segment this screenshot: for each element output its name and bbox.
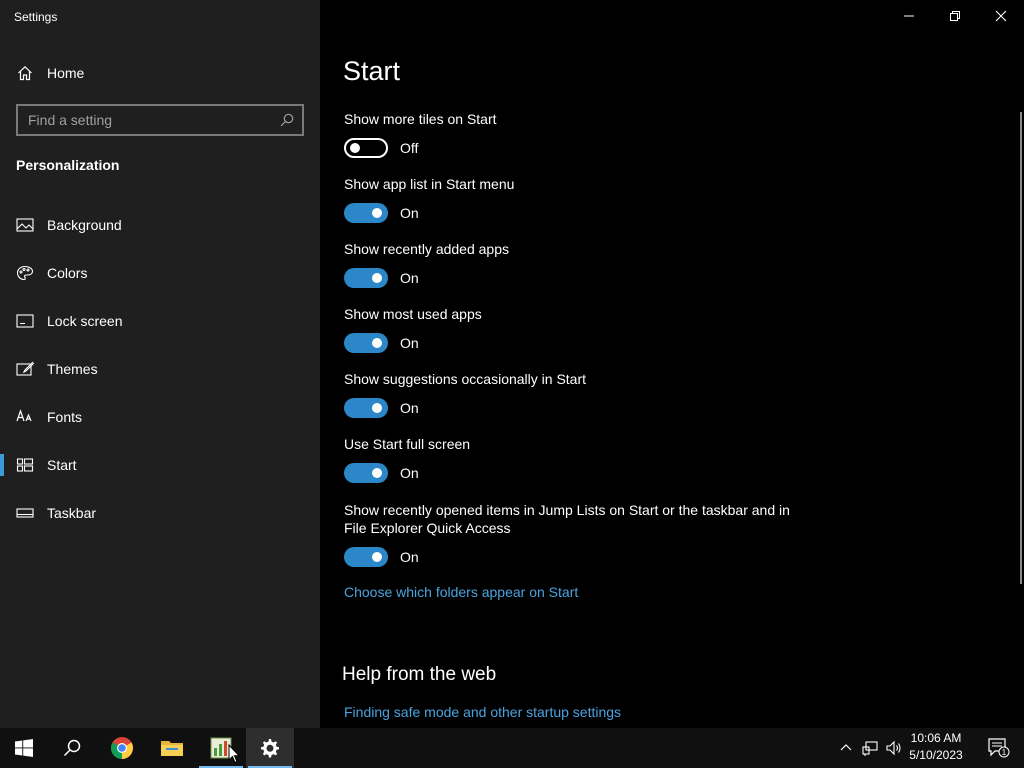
lock-screen-icon bbox=[16, 314, 34, 328]
toggle-knob bbox=[372, 552, 382, 562]
sidebar-item-themes[interactable]: Themes bbox=[0, 349, 320, 389]
app-title: Settings bbox=[14, 10, 58, 24]
search-icon[interactable] bbox=[280, 113, 294, 127]
font-icon bbox=[16, 409, 32, 422]
sidebar-item-label: Taskbar bbox=[47, 505, 97, 521]
sidebar-item-lock-screen[interactable]: Lock screen bbox=[0, 301, 320, 341]
taskbar-icon bbox=[16, 508, 34, 518]
sidebar-item-colors[interactable]: Colors bbox=[0, 253, 320, 293]
notification-count: 1 bbox=[1002, 748, 1007, 757]
safe-mode-help-link[interactable]: Finding safe mode and other startup sett… bbox=[344, 704, 621, 720]
sidebar-item-fonts[interactable]: Fonts bbox=[0, 397, 320, 437]
volume-icon[interactable] bbox=[886, 740, 902, 756]
system-clock[interactable]: 10:06 AM 5/10/2023 bbox=[906, 730, 966, 764]
toggle-state: On bbox=[400, 205, 419, 221]
full-screen-toggle[interactable] bbox=[344, 463, 388, 483]
setting-label: Show more tiles on Start bbox=[344, 111, 497, 127]
setting-label: Show suggestions occasionally in Start bbox=[344, 371, 587, 387]
toggle-knob bbox=[372, 338, 382, 348]
restore-button[interactable] bbox=[932, 0, 978, 32]
close-button[interactable] bbox=[978, 0, 1024, 32]
windows-start-icon bbox=[15, 739, 33, 757]
sidebar-item-label: Themes bbox=[47, 361, 98, 377]
toggle-state: On bbox=[400, 270, 419, 286]
taskbar-search-button[interactable] bbox=[48, 728, 96, 768]
start-button[interactable] bbox=[0, 728, 48, 768]
clock-time: 10:06 AM bbox=[910, 731, 962, 745]
sidebar-item-label: Colors bbox=[47, 265, 88, 281]
start-layout-icon bbox=[16, 458, 34, 472]
toggle-state: On bbox=[400, 465, 419, 481]
page-title: Start bbox=[343, 56, 401, 86]
file-explorer-button[interactable] bbox=[148, 728, 196, 768]
mouse-cursor-icon bbox=[228, 744, 240, 764]
toggle-knob bbox=[350, 143, 360, 153]
minimize-button[interactable] bbox=[886, 0, 932, 32]
setting-label: Show recently opened items in Jump Lists… bbox=[344, 502, 790, 536]
sidebar-item-label: Fonts bbox=[47, 409, 83, 425]
minimize-icon bbox=[904, 15, 914, 17]
sidebar-item-label: Start bbox=[47, 457, 77, 473]
chrome-button[interactable] bbox=[98, 728, 146, 768]
toggle-state: On bbox=[400, 400, 419, 416]
show-more-tiles-toggle[interactable] bbox=[344, 138, 388, 158]
toggle-state: Off bbox=[400, 140, 419, 156]
toggle-knob bbox=[372, 208, 382, 218]
show-recently-added-toggle[interactable] bbox=[344, 268, 388, 288]
toggle-state: On bbox=[400, 549, 419, 565]
settings-gear-icon bbox=[261, 739, 279, 758]
network-icon[interactable] bbox=[862, 740, 878, 756]
choose-folders-link[interactable]: Choose which folders appear on Start bbox=[344, 584, 578, 600]
toggle-knob bbox=[372, 468, 382, 478]
home-icon bbox=[18, 65, 32, 81]
home-nav-item[interactable]: Home bbox=[0, 58, 320, 88]
home-label: Home bbox=[47, 65, 85, 81]
toggle-state: On bbox=[400, 335, 419, 351]
brush-icon bbox=[16, 361, 34, 376]
show-suggestions-toggle[interactable] bbox=[344, 398, 388, 418]
main-content: Start Show more tiles on Start Off Show … bbox=[320, 0, 1024, 728]
sidebar-item-background[interactable]: Background bbox=[0, 205, 320, 245]
setting-label: Show recently added apps bbox=[344, 241, 509, 257]
jump-lists-toggle[interactable] bbox=[344, 547, 388, 567]
file-explorer-icon bbox=[161, 741, 183, 756]
close-icon bbox=[995, 10, 1007, 22]
show-app-list-toggle[interactable] bbox=[344, 203, 388, 223]
palette-icon bbox=[16, 265, 34, 281]
show-most-used-toggle[interactable] bbox=[344, 333, 388, 353]
settings-button[interactable] bbox=[246, 728, 294, 768]
scrollbar[interactable] bbox=[1020, 112, 1022, 584]
taskbar: 10:06 AM 5/10/2023 1 bbox=[0, 728, 1024, 768]
restore-icon bbox=[950, 11, 960, 21]
setting-label: Show app list in Start menu bbox=[344, 176, 515, 192]
active-indicator bbox=[0, 454, 4, 476]
section-title: Personalization bbox=[16, 157, 120, 173]
sidebar-item-start[interactable]: Start bbox=[0, 445, 320, 485]
chrome-icon bbox=[111, 737, 133, 759]
sidebar-item-label: Lock screen bbox=[47, 313, 123, 329]
toggle-knob bbox=[372, 403, 382, 413]
clock-date: 5/10/2023 bbox=[909, 748, 963, 762]
search-input[interactable] bbox=[18, 106, 278, 134]
notification-center-icon[interactable]: 1 bbox=[988, 738, 1010, 758]
picture-icon bbox=[16, 218, 34, 232]
search-box bbox=[16, 104, 304, 136]
search-icon bbox=[63, 739, 81, 757]
help-section-title: Help from the web bbox=[342, 664, 497, 685]
sidebar-item-label: Background bbox=[47, 217, 122, 233]
setting-label: Use Start full screen bbox=[344, 436, 471, 452]
sidebar-item-taskbar[interactable]: Taskbar bbox=[0, 493, 320, 533]
chevron-up-icon[interactable] bbox=[838, 740, 854, 756]
toggle-knob bbox=[372, 273, 382, 283]
setting-label: Show most used apps bbox=[344, 306, 482, 322]
sidebar: Settings Home Personalization Background… bbox=[0, 0, 320, 728]
